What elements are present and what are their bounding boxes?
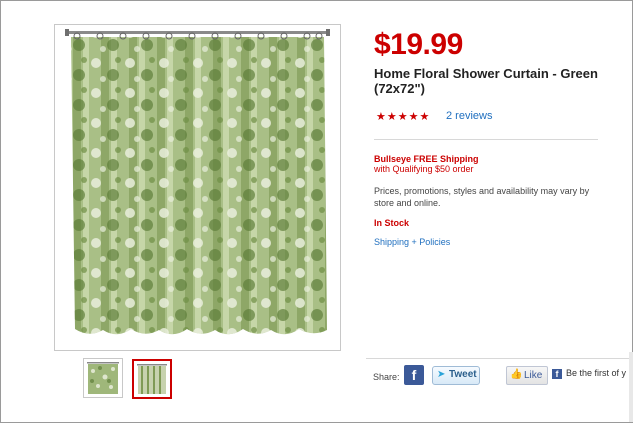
- availability-disclaimer: Prices, promotions, styles and availabil…: [374, 186, 590, 208]
- divider: [366, 358, 633, 359]
- facebook-icon: f: [552, 369, 562, 379]
- free-shipping-title: Bullseye FREE Shipping: [374, 154, 479, 164]
- tweet-button[interactable]: ➤ Tweet: [432, 366, 480, 385]
- like-button[interactable]: 👍 Like: [506, 366, 548, 385]
- thumbs-up-icon: 👍: [510, 369, 523, 380]
- facebook-like-text: Be the first of y: [566, 368, 627, 378]
- thumbnail-curtain-2-selected[interactable]: [132, 359, 172, 399]
- scrollbar-edge[interactable]: [629, 352, 633, 422]
- thumbnail-curtain-1[interactable]: [83, 358, 123, 398]
- star-rating: ★★★★★: [376, 111, 431, 123]
- shipping-policies-link[interactable]: Shipping + Policies: [374, 237, 450, 247]
- free-shipping-subtitle: with Qualifying $50 order: [374, 164, 474, 174]
- thumbnail-image: [137, 364, 167, 394]
- product-main-image[interactable]: [54, 24, 341, 351]
- divider: [374, 139, 598, 140]
- product-title: Home Floral Shower Curtain - Green (72x7…: [374, 66, 598, 96]
- like-label: Like: [524, 370, 543, 381]
- twitter-bird-icon: ➤: [437, 369, 446, 380]
- share-label: Share:: [373, 372, 400, 382]
- product-price: $19.99: [374, 28, 463, 61]
- shower-curtain-image: [65, 29, 330, 335]
- facebook-icon[interactable]: f: [404, 365, 424, 385]
- stock-status: In Stock: [374, 218, 410, 228]
- curtain-rod: [67, 31, 328, 34]
- reviews-link[interactable]: 2 reviews: [446, 110, 492, 122]
- thumbnail-image: [87, 362, 119, 394]
- tweet-label: Tweet: [449, 369, 477, 380]
